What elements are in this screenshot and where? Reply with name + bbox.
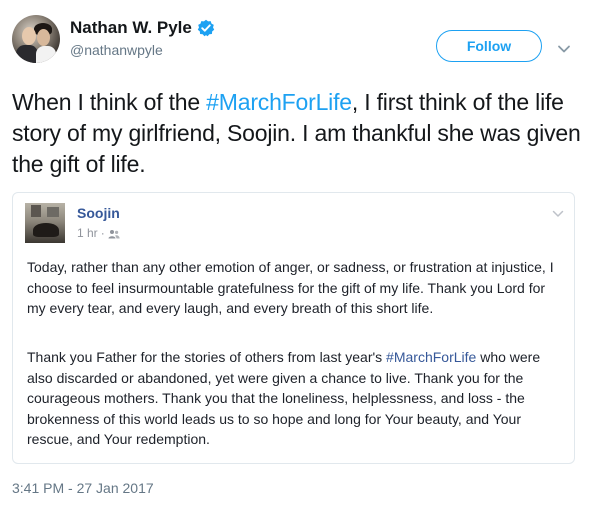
avatar-face	[22, 27, 36, 45]
embedded-post-card[interactable]: Soojin 1 hr · Today, rather than any oth…	[12, 192, 575, 464]
embed-paragraph-start: Thank you Father for the stories of othe…	[27, 349, 387, 365]
avatar-detail	[47, 207, 59, 217]
tweet-text-start: When I think of the	[12, 89, 207, 115]
avatar-face	[37, 29, 50, 46]
embed-paragraph: Today, rather than any other emotion of …	[27, 259, 554, 316]
tweet-timestamp[interactable]: 3:41 PM - 27 Jan 2017	[12, 480, 154, 496]
friends-icon	[108, 228, 120, 239]
tweet-text: When I think of the #MarchForLife, I fir…	[12, 87, 582, 180]
embed-hashtag-link[interactable]: #MarchForLife	[386, 349, 476, 365]
chevron-down-icon[interactable]	[552, 205, 564, 217]
embed-post-time[interactable]: 1 hr	[77, 226, 98, 240]
author-display-name[interactable]: Nathan W. Pyle	[70, 18, 192, 38]
follow-button[interactable]: Follow	[436, 30, 542, 62]
avatar[interactable]	[12, 15, 60, 63]
embed-author-name[interactable]: Soojin	[77, 205, 120, 221]
author-handle[interactable]: @nathanwpyle	[70, 42, 163, 58]
avatar-dress	[36, 46, 56, 63]
meta-separator: ·	[100, 226, 105, 240]
avatar-detail	[33, 223, 59, 237]
hashtag-link[interactable]: #MarchForLife	[206, 89, 352, 115]
avatar-detail	[31, 205, 41, 217]
embed-avatar[interactable]	[25, 203, 65, 243]
embed-paragraph: Thank you Father for the stories of othe…	[27, 347, 567, 450]
tweet-header: Nathan W. Pyle @nathanwpyle Follow	[12, 14, 582, 74]
author-name-row[interactable]: Nathan W. Pyle	[70, 18, 215, 38]
avatar-suit	[16, 45, 38, 63]
verified-badge-icon	[197, 19, 215, 37]
embed-post-meta: 1 hr ·	[77, 226, 120, 240]
chevron-down-icon[interactable]	[557, 41, 571, 53]
